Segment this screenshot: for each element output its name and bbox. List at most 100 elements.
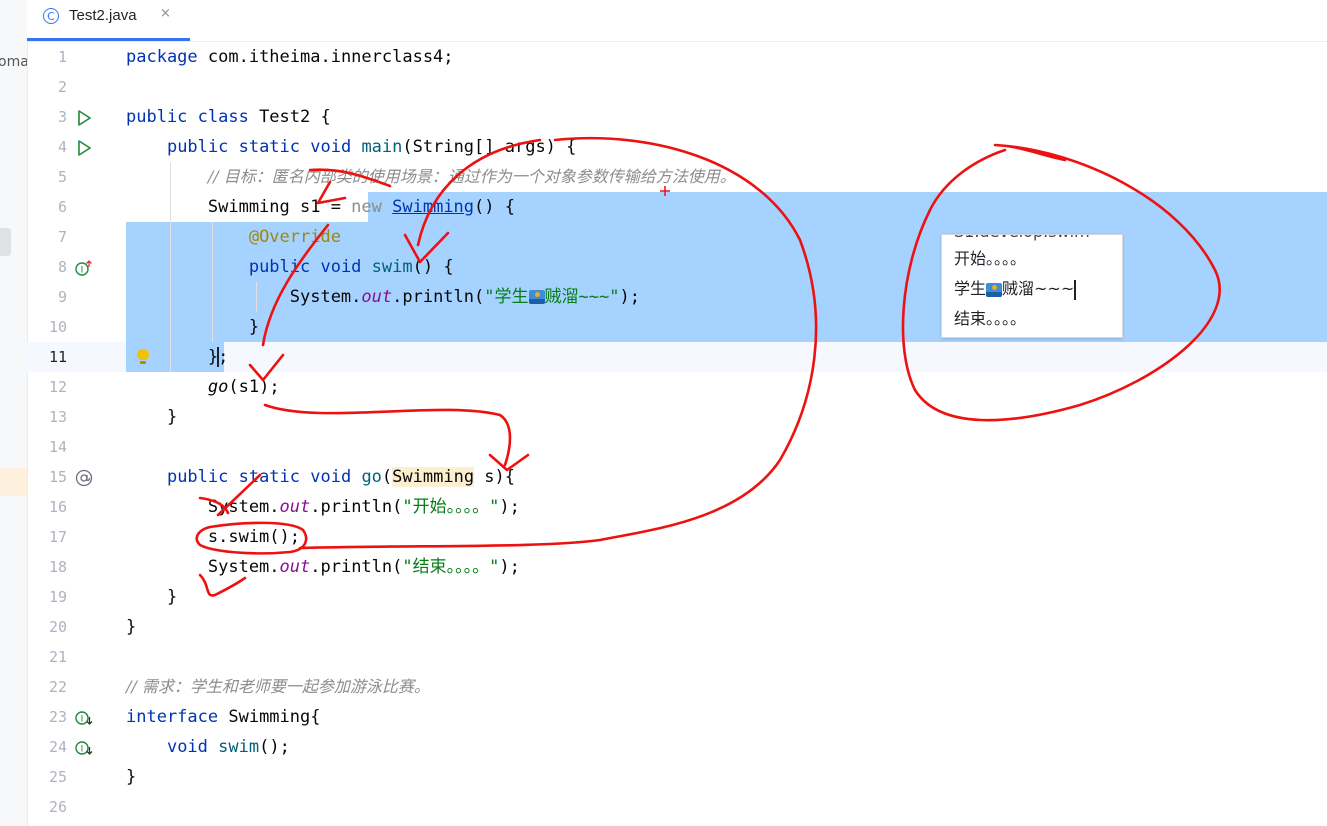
console-line-end: 结束。。。。 bbox=[954, 309, 1027, 328]
code-line-17[interactable]: 17 s.swim(); bbox=[27, 522, 1327, 552]
editor-tab-bar: C Test2.java × bbox=[27, 0, 1327, 42]
code-line-3[interactable]: 3 public class Test2 { bbox=[27, 102, 1327, 132]
code-line-25[interactable]: 25 } bbox=[27, 762, 1327, 792]
line-number: 23 bbox=[48, 708, 67, 726]
code-text[interactable]: // 目标：匿名内部类的使用场景：通过作为一个对象参数传输给方法使用。 bbox=[126, 162, 736, 192]
code-line-15[interactable]: 15 public static void go(Swimming s){ bbox=[27, 462, 1327, 492]
line-number: 14 bbox=[48, 438, 67, 456]
line-number: 5 bbox=[57, 168, 67, 186]
code-line-18[interactable]: 18 System.out.println("结束。。。。"); bbox=[27, 552, 1327, 582]
tool-marker-highlight bbox=[0, 468, 27, 496]
line-number: 17 bbox=[48, 528, 67, 546]
code-line-22[interactable]: 22 // 需求：学生和老师要一起参加游泳比赛。 bbox=[27, 672, 1327, 702]
swimmer-emoji-icon bbox=[528, 290, 545, 304]
code-line-24[interactable]: 24 I void swim(); bbox=[27, 732, 1327, 762]
code-line-5[interactable]: 5 // 目标：匿名内部类的使用场景：通过作为一个对象参数传输给方法使用。 bbox=[27, 162, 1327, 192]
line-number: 21 bbox=[48, 648, 67, 666]
code-line-20[interactable]: 20 } bbox=[27, 612, 1327, 642]
code-line-6[interactable]: 6 Swimming s1 = new Swimming() { bbox=[27, 192, 1327, 222]
line-number: 2 bbox=[57, 78, 67, 96]
code-text[interactable]: } bbox=[126, 312, 259, 342]
line-number: 1 bbox=[57, 48, 67, 66]
code-text[interactable]: } bbox=[126, 612, 136, 642]
code-line-13[interactable]: 13 } bbox=[27, 402, 1327, 432]
code-text[interactable]: } bbox=[126, 762, 136, 792]
code-text[interactable]: } bbox=[126, 582, 177, 612]
code-line-14[interactable]: 14 bbox=[27, 432, 1327, 462]
code-text[interactable]: public static void go(Swimming s){ bbox=[126, 462, 515, 492]
close-icon[interactable]: × bbox=[160, 6, 171, 21]
console-caret bbox=[1074, 279, 1076, 300]
line-number: 8 bbox=[57, 258, 67, 276]
line-number: 4 bbox=[57, 138, 67, 156]
code-text[interactable]: package com.itheima.innerclass4; bbox=[126, 42, 454, 72]
line-number: 16 bbox=[48, 498, 67, 516]
line-number: 7 bbox=[57, 228, 67, 246]
at-usage-icon[interactable] bbox=[75, 469, 93, 487]
code-line-23[interactable]: 23 I interface Swimming{ bbox=[27, 702, 1327, 732]
left-tool-strip: oma bbox=[0, 0, 28, 826]
line-number: 22 bbox=[48, 678, 67, 696]
class-c-icon: C bbox=[43, 8, 59, 24]
line-number: 18 bbox=[48, 558, 67, 576]
code-text[interactable]: System.out.println("结束。。。。"); bbox=[126, 552, 520, 582]
svg-text:I: I bbox=[81, 745, 84, 755]
code-line-19[interactable]: 19 } bbox=[27, 582, 1327, 612]
code-text[interactable]: void swim(); bbox=[126, 732, 290, 762]
code-text[interactable]: // 需求：学生和老师要一起参加游泳比赛。 bbox=[126, 672, 430, 702]
text-caret bbox=[217, 347, 220, 367]
code-line-12[interactable]: 12 go(s1); bbox=[27, 372, 1327, 402]
line-number: 10 bbox=[48, 318, 67, 336]
line-number: 11 bbox=[48, 348, 67, 366]
code-line-11[interactable]: 11 }; bbox=[27, 342, 1327, 372]
line-number: 6 bbox=[57, 198, 67, 216]
implements-up-icon[interactable]: I bbox=[75, 259, 93, 277]
code-line-16[interactable]: 16 System.out.println("开始。。。。"); bbox=[27, 492, 1327, 522]
code-line-26[interactable]: 26 bbox=[27, 792, 1327, 822]
console-line-start: 开始。。。。 bbox=[954, 249, 1027, 268]
line-number: 12 bbox=[48, 378, 67, 396]
code-text[interactable]: @Override bbox=[126, 222, 341, 252]
run-icon[interactable] bbox=[75, 109, 93, 127]
line-number: 9 bbox=[57, 288, 67, 306]
line-number: 19 bbox=[48, 588, 67, 606]
svg-text:I: I bbox=[81, 266, 84, 276]
console-output-overlay: S1.develop.swim 开始。。。。 学生贼溜~~~ 结束。。。。 bbox=[941, 234, 1123, 338]
implemented-down-icon[interactable]: I bbox=[75, 709, 93, 727]
tab-test2-java[interactable]: C Test2.java × bbox=[27, 0, 190, 41]
code-text[interactable]: interface Swimming{ bbox=[126, 702, 320, 732]
tab-label: Test2.java bbox=[69, 7, 137, 24]
swimmer-emoji-icon bbox=[986, 282, 1003, 297]
code-line-10[interactable]: 10 } bbox=[27, 312, 1327, 342]
code-text[interactable]: public static void main(String[] args) { bbox=[126, 132, 576, 162]
code-line-7[interactable]: 7 @Override bbox=[27, 222, 1327, 252]
project-tool-marker[interactable] bbox=[0, 228, 11, 256]
code-text[interactable]: } bbox=[126, 402, 177, 432]
code-line-4[interactable]: 4 public static void main(String[] args)… bbox=[27, 132, 1327, 162]
code-text[interactable]: Swimming s1 = new Swimming() { bbox=[126, 192, 515, 222]
run-icon[interactable] bbox=[75, 139, 93, 157]
code-text[interactable]: }; bbox=[126, 342, 228, 372]
code-text[interactable]: s.swim(); bbox=[126, 522, 300, 552]
code-text[interactable]: System.out.println("学生 贼溜~~~"); bbox=[126, 282, 640, 312]
code-line-21[interactable]: 21 bbox=[27, 642, 1327, 672]
line-number: 25 bbox=[48, 768, 67, 786]
code-text[interactable]: go(s1); bbox=[126, 372, 280, 402]
line-number: 26 bbox=[48, 798, 67, 816]
code-text[interactable]: public class Test2 { bbox=[126, 102, 331, 132]
project-label-clipped: oma bbox=[0, 54, 28, 70]
line-number: 15 bbox=[48, 468, 67, 486]
code-text[interactable]: public void swim() { bbox=[126, 252, 454, 282]
code-line-9[interactable]: 9 System.out.println("学生 贼溜~~~"); bbox=[27, 282, 1327, 312]
code-text[interactable]: System.out.println("开始。。。。"); bbox=[126, 492, 520, 522]
implemented-down-icon[interactable]: I bbox=[75, 739, 93, 757]
code-line-1[interactable]: 1 package com.itheima.innerclass4; bbox=[27, 42, 1327, 72]
code-line-8[interactable]: 8 I public void swim() { bbox=[27, 252, 1327, 282]
svg-text:I: I bbox=[81, 715, 84, 725]
line-number: 3 bbox=[57, 108, 67, 126]
line-number: 20 bbox=[48, 618, 67, 636]
code-line-2[interactable]: 2 bbox=[27, 72, 1327, 102]
line-number: 24 bbox=[48, 738, 67, 756]
line-number: 13 bbox=[48, 408, 67, 426]
console-line-student: 学生 贼溜~~~ bbox=[954, 279, 1076, 300]
